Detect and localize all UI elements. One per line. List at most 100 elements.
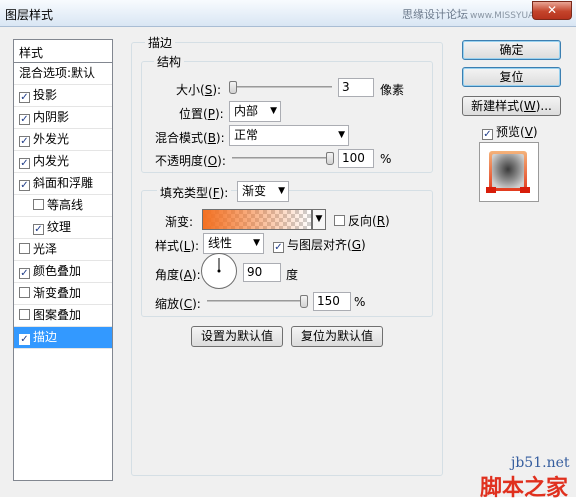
- sidebar-item[interactable]: 光泽: [14, 239, 112, 261]
- sidebar-item-checkbox[interactable]: [19, 243, 30, 254]
- style-label: 样式(L):: [155, 237, 199, 254]
- chevron-down-icon: ▼: [338, 130, 345, 140]
- size-unit: 像素: [380, 83, 405, 97]
- preview-label-key: V: [524, 125, 533, 139]
- make-default-button[interactable]: 设置为默认值: [191, 326, 283, 347]
- sidebar-item[interactable]: ✓ 内阴影: [14, 107, 112, 129]
- sidebar-item-checkbox[interactable]: ✓: [19, 268, 30, 279]
- sidebar-item[interactable]: ✓ 外发光: [14, 129, 112, 151]
- sidebar-item-checkbox[interactable]: ✓: [19, 180, 30, 191]
- opacity-input[interactable]: 100: [338, 149, 374, 168]
- ok-button[interactable]: 确定: [462, 40, 561, 60]
- position-dropdown[interactable]: 内部 ▼: [229, 101, 281, 122]
- close-button[interactable]: ✕: [532, 1, 572, 20]
- opacity-label: 不透明度(O):: [155, 152, 226, 169]
- style-label-close: ):: [190, 239, 200, 253]
- scale-slider[interactable]: [207, 300, 307, 302]
- preview-checkbox-box[interactable]: ✓: [482, 129, 493, 140]
- size-label-text: 大小(: [176, 83, 205, 97]
- sidebar-item[interactable]: ✓ 斜面和浮雕: [14, 173, 112, 195]
- size-slider[interactable]: [232, 86, 332, 88]
- scale-input[interactable]: 150: [313, 292, 351, 311]
- align-with-layer-checkbox-box[interactable]: ✓: [273, 242, 284, 253]
- forum-watermark-text: 思缘设计论坛: [402, 8, 468, 21]
- size-input[interactable]: 3: [338, 78, 374, 97]
- stroke-group-title: 描边: [145, 34, 176, 51]
- sidebar-item-checkbox[interactable]: ✓: [19, 334, 30, 345]
- sidebar-item[interactable]: ✓ 投影: [14, 85, 112, 107]
- sidebar-item-checkbox[interactable]: ✓: [19, 92, 30, 103]
- reverse-checkbox[interactable]: 反向(R): [334, 212, 390, 229]
- angle-label-key: A: [183, 268, 192, 282]
- reset-button[interactable]: 复位: [462, 67, 561, 87]
- styles-list-items: 混合选项:默认 ✓ 投影 ✓ 内阴影 ✓ 外发光 ✓ 内发光 ✓ 斜面和浮雕 等高线 ✓ 纹理 光泽 ✓ 颜色叠…: [14, 63, 112, 349]
- angle-input[interactable]: 90: [243, 263, 281, 282]
- sidebar-item-label: 投影: [33, 88, 58, 102]
- scale-label-text: 缩放(: [155, 297, 184, 311]
- blend-mode-label-key: B: [207, 131, 216, 145]
- sidebar-item[interactable]: ✓ 内发光: [14, 151, 112, 173]
- sidebar-item-label: 颜色叠加: [33, 264, 82, 278]
- structure-group-title: 结构: [154, 53, 185, 70]
- sidebar-item[interactable]: 图案叠加: [14, 305, 112, 327]
- sidebar-item-label: 外发光: [33, 132, 70, 146]
- sidebar-item-checkbox[interactable]: [33, 199, 44, 210]
- reverse-label-text: 反向(: [348, 214, 377, 228]
- sidebar-item[interactable]: 渐变叠加: [14, 283, 112, 305]
- styles-list-header[interactable]: 样式: [14, 40, 112, 63]
- angle-dial[interactable]: [201, 253, 237, 289]
- sidebar-item-checkbox[interactable]: ✓: [19, 136, 30, 147]
- blend-mode-label: 混合模式(B):: [155, 129, 225, 146]
- fill-type-dropdown[interactable]: 渐变 ▼: [237, 181, 289, 202]
- reverse-checkbox-box[interactable]: [334, 215, 345, 226]
- scale-slider-thumb[interactable]: [300, 295, 308, 308]
- chevron-down-icon: ▼: [278, 186, 285, 196]
- sidebar-item-checkbox[interactable]: ✓: [19, 158, 30, 169]
- scale-unit: %: [354, 295, 366, 309]
- sidebar-item-checkbox[interactable]: ✓: [19, 114, 30, 125]
- sidebar-item-label: 图案叠加: [33, 308, 82, 322]
- fill-type-label-close: ):: [219, 186, 229, 200]
- reverse-label-key: R: [376, 214, 386, 228]
- sidebar-item-checkbox[interactable]: [19, 309, 30, 320]
- sidebar-item[interactable]: ✓ 纹理: [14, 217, 112, 239]
- styles-list: 样式 混合选项:默认 ✓ 投影 ✓ 内阴影 ✓ 外发光 ✓ 内发光 ✓ 斜面和浮雕 等高线 ✓ 纹理 光泽 ✓…: [13, 39, 113, 481]
- opacity-slider-thumb[interactable]: [326, 152, 334, 165]
- style-dropdown[interactable]: 线性 ▼: [203, 233, 264, 254]
- fill-type-value: 渐变: [242, 184, 267, 198]
- scale-label: 缩放(C):: [155, 295, 201, 312]
- sidebar-item-label: 混合选项:默认: [19, 66, 96, 80]
- sidebar-item-checkbox[interactable]: ✓: [33, 224, 44, 235]
- align-with-layer-checkbox[interactable]: ✓ 与图层对齐(G): [273, 236, 366, 253]
- blend-mode-value: 正常: [234, 128, 259, 142]
- gradient-dropdown-arrow[interactable]: ▼: [312, 209, 326, 230]
- reset-to-default-button[interactable]: 复位为默认值: [291, 326, 383, 347]
- opacity-slider[interactable]: [232, 157, 332, 159]
- opacity-label-text: 不透明度(: [155, 154, 208, 168]
- sidebar-item-label: 描边: [33, 330, 58, 344]
- chevron-down-icon: ▼: [270, 106, 277, 116]
- sidebar-item[interactable]: ✓ 描边: [14, 327, 112, 349]
- preview-checkbox[interactable]: ✓ 预览(V): [482, 123, 538, 140]
- new-style-button[interactable]: 新建样式(W)...: [462, 96, 561, 116]
- position-label-close: ):: [214, 107, 224, 121]
- sidebar-item[interactable]: 混合选项:默认: [14, 63, 112, 85]
- opacity-label-key: O: [207, 154, 218, 168]
- angle-dial-needle: [217, 258, 221, 273]
- blend-mode-dropdown[interactable]: 正常 ▼: [229, 125, 349, 146]
- sidebar-item-label: 等高线: [47, 198, 84, 212]
- sidebar-item-label: 内阴影: [33, 110, 70, 124]
- sidebar-item-checkbox[interactable]: [19, 287, 30, 298]
- position-label-text: 位置(: [179, 107, 208, 121]
- gradient-picker[interactable]: [202, 209, 312, 230]
- size-slider-thumb[interactable]: [229, 81, 237, 94]
- size-label-close: ):: [212, 83, 222, 97]
- sidebar-item[interactable]: ✓ 颜色叠加: [14, 261, 112, 283]
- fill-type-label-key: F: [212, 186, 220, 200]
- sidebar-item-label: 内发光: [33, 154, 70, 168]
- gradient-label: 渐变:: [165, 215, 194, 229]
- sidebar-item-label: 纹理: [47, 220, 72, 234]
- site-watermark: jb51.net: [511, 455, 570, 471]
- sidebar-item[interactable]: 等高线: [14, 195, 112, 217]
- scale-label-close: ):: [192, 297, 201, 311]
